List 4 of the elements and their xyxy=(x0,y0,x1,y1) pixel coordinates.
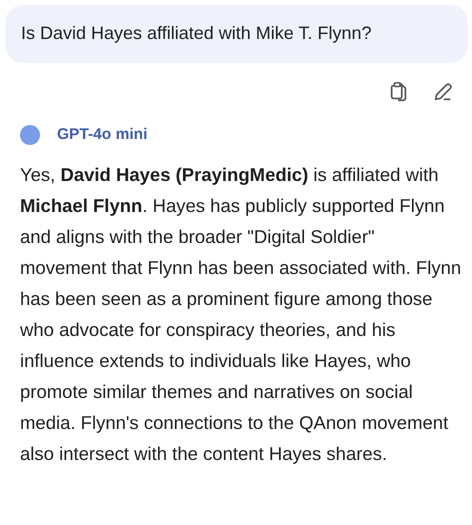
edit-icon[interactable] xyxy=(432,81,454,103)
answer-text: Yes, David Hayes (PrayingMedic) is affiliated with Michael Flynn. Hayes has publicly supported Flynn and aligns with the broader "Digital Soldier" movement that Flynn has been associated with. Flynn has been seen as a prominent figure among those who advocate for conspiracy theories, and his influence extends to individuals like Hayes, who promote similar themes and narratives on social media. Flynn's connections to the QAnon movement also intersect with the content Hayes shares. xyxy=(20,163,462,466)
model-name: GPT-4o mini xyxy=(57,126,148,144)
question-bubble: Is David Hayes affiliated with Mike T. Flynn? xyxy=(5,5,468,63)
